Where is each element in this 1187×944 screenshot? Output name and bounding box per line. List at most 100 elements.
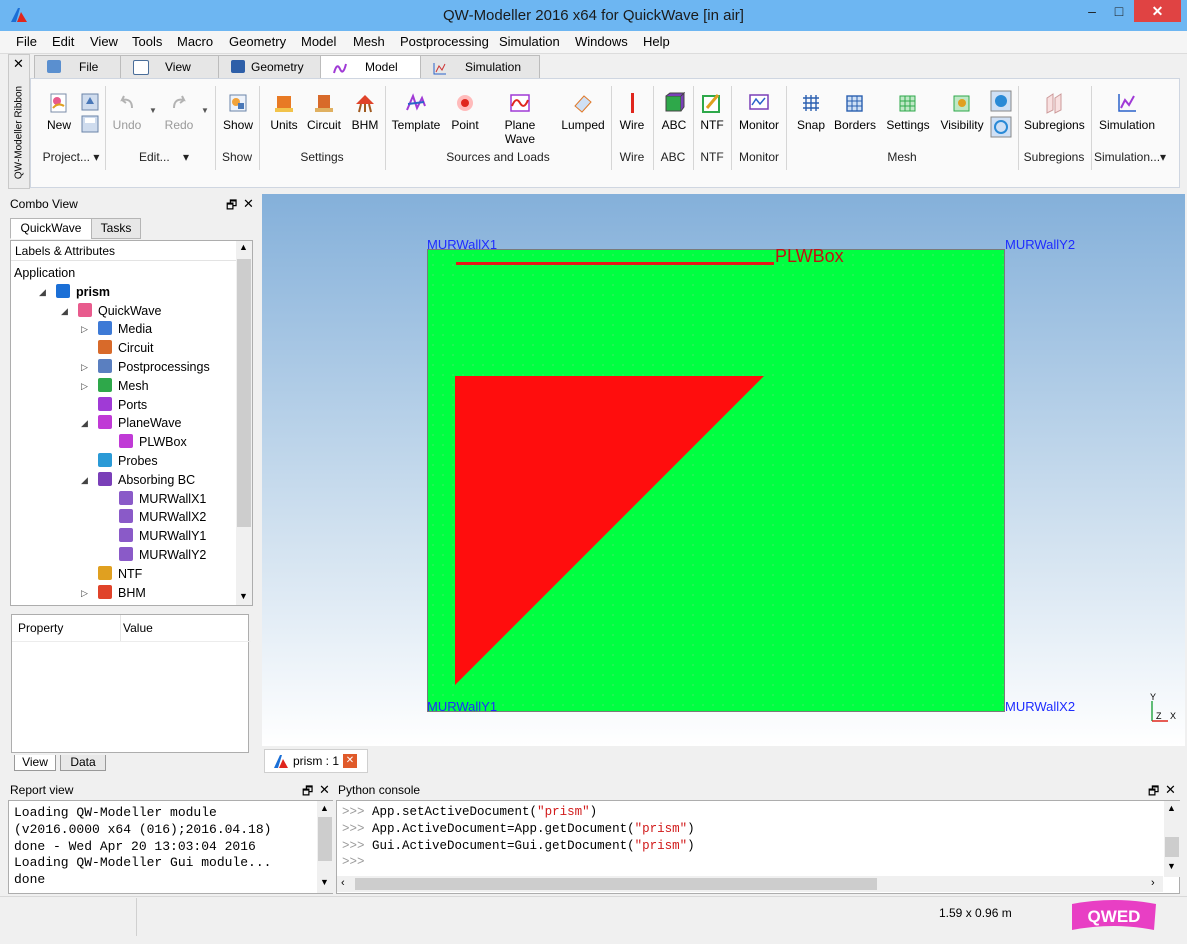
- mesh-view-icon-1[interactable]: [990, 90, 1012, 112]
- collapse-arrow-icon[interactable]: ◢: [81, 471, 88, 489]
- undo-dropdown-icon[interactable]: ▼: [149, 106, 157, 115]
- ntf-button[interactable]: NTF: [698, 92, 726, 132]
- tree-item-murwally1[interactable]: MURWallY1: [119, 527, 206, 545]
- borders-button[interactable]: Borders: [834, 92, 876, 132]
- visibility-button[interactable]: Visibility: [938, 92, 986, 132]
- report-scroll-up-icon[interactable]: ▲: [320, 803, 329, 813]
- tree-item-plwbox[interactable]: PLWBox: [119, 433, 187, 451]
- abc-button[interactable]: ABC: [658, 92, 690, 132]
- console-scroll-up-icon[interactable]: ▲: [1167, 803, 1176, 813]
- report-scrollbar[interactable]: ▲ ▼: [317, 801, 333, 893]
- ribbon-tab-model[interactable]: Model: [320, 55, 422, 79]
- subregions-button[interactable]: Subregions: [1024, 92, 1085, 132]
- report-log[interactable]: Loading QW-Modeller module (v2016.0000 x…: [8, 800, 333, 894]
- tab-quickwave[interactable]: QuickWave: [10, 218, 92, 239]
- ribbon-tab-geometry[interactable]: Geometry: [218, 55, 322, 79]
- collapse-arrow-icon[interactable]: ◢: [81, 414, 88, 432]
- scroll-down-icon[interactable]: ▼: [239, 591, 248, 601]
- tree-item-absorbing-bc[interactable]: ◢ Absorbing BC: [81, 471, 195, 489]
- tree-item-circuit[interactable]: Circuit: [98, 339, 153, 357]
- value-column-header[interactable]: Value: [120, 615, 251, 642]
- bottom-tab-data[interactable]: Data: [60, 755, 106, 771]
- tree-item-mesh[interactable]: ▷ Mesh: [81, 377, 149, 395]
- console-scroll-left-icon[interactable]: ‹: [341, 877, 345, 889]
- menu-view[interactable]: View: [90, 34, 118, 49]
- new-button[interactable]: New: [44, 92, 74, 132]
- ribbon-tab-view[interactable]: View: [120, 55, 220, 79]
- console-hscroll-thumb[interactable]: [355, 878, 877, 890]
- prism-shape[interactable]: [455, 376, 765, 686]
- group-project[interactable]: Project... ▾: [40, 150, 102, 164]
- combo-close-icon[interactable]: ✕: [243, 196, 254, 212]
- document-tab-close-icon[interactable]: ✕: [343, 754, 357, 768]
- menu-geometry[interactable]: Geometry: [229, 34, 286, 49]
- point-button[interactable]: Point: [448, 92, 482, 132]
- menu-simulation[interactable]: Simulation: [499, 34, 560, 49]
- monitor-button[interactable]: Monitor: [737, 92, 781, 132]
- menu-tools[interactable]: Tools: [132, 34, 162, 49]
- tree-item-postprocessings[interactable]: ▷ Postprocessings: [81, 358, 210, 376]
- menu-windows[interactable]: Windows: [575, 34, 628, 49]
- tree-scrollbar[interactable]: ▲ ▼: [236, 241, 252, 605]
- plane-wave-button[interactable]: Plane Wave: [488, 92, 552, 146]
- console-vscrollbar[interactable]: ▲ ▼: [1164, 801, 1180, 877]
- tree-item-media[interactable]: ▷ Media: [81, 320, 152, 338]
- report-scroll-thumb[interactable]: [318, 817, 332, 861]
- menu-model[interactable]: Model: [301, 34, 336, 49]
- expand-arrow-icon[interactable]: ▷: [81, 377, 88, 395]
- tree-item-murwally2[interactable]: MURWallY2: [119, 546, 206, 564]
- console-scroll-thumb[interactable]: [1165, 837, 1179, 857]
- mesh-view-icon-2[interactable]: [990, 116, 1012, 138]
- scroll-up-icon[interactable]: ▲: [239, 242, 248, 252]
- menu-help[interactable]: Help: [643, 34, 670, 49]
- console-hscrollbar[interactable]: ‹ ›: [337, 876, 1163, 892]
- report-scroll-down-icon[interactable]: ▼: [320, 877, 329, 887]
- console-scroll-down-icon[interactable]: ▼: [1167, 861, 1176, 871]
- tree-item-bhm[interactable]: ▷ BHM: [81, 584, 146, 602]
- expand-arrow-icon[interactable]: ▷: [81, 358, 88, 376]
- menu-edit[interactable]: Edit: [52, 34, 74, 49]
- template-button[interactable]: Template: [390, 92, 442, 132]
- minimize-button[interactable]: –: [1078, 0, 1106, 22]
- show-button[interactable]: Show: [220, 92, 256, 132]
- tree-item-murwallx1[interactable]: MURWallX1: [119, 490, 206, 508]
- mesh-settings-button[interactable]: Settings: [886, 92, 930, 132]
- redo-dropdown-icon[interactable]: ▼: [201, 106, 209, 115]
- tree-item-quickwave[interactable]: ◢ QuickWave: [61, 302, 161, 320]
- tree-item-planewave[interactable]: ◢ PlaneWave: [81, 414, 181, 432]
- menu-macro[interactable]: Macro: [177, 34, 213, 49]
- ribbon-tab-file[interactable]: File: [34, 55, 122, 79]
- expand-arrow-icon[interactable]: ▷: [81, 584, 88, 602]
- tree-item-application[interactable]: Application: [14, 264, 75, 282]
- tree-item-ntf[interactable]: NTF: [98, 565, 142, 583]
- tree-item-ports[interactable]: Ports: [98, 396, 147, 414]
- units-button[interactable]: Units: [266, 92, 302, 132]
- tree-item-probes[interactable]: Probes: [98, 452, 158, 470]
- undo-button[interactable]: Undo: [110, 92, 144, 132]
- document-tab-prism[interactable]: prism : 1 ✕: [264, 749, 368, 773]
- report-close-icon[interactable]: ✕: [319, 782, 330, 798]
- snap-button[interactable]: Snap: [794, 92, 828, 132]
- expand-arrow-icon[interactable]: ▷: [81, 320, 88, 338]
- ribbon-tab-simulation[interactable]: Simulation: [420, 55, 540, 79]
- menu-mesh[interactable]: Mesh: [353, 34, 385, 49]
- simulation-button[interactable]: Simulation: [1098, 92, 1156, 132]
- tree-item-murwallx2[interactable]: MURWallX2: [119, 508, 206, 526]
- circuit-button[interactable]: Circuit: [306, 92, 342, 132]
- bhm-button[interactable]: BHM: [348, 92, 382, 132]
- console-close-icon[interactable]: ✕: [1165, 782, 1176, 798]
- bottom-tab-view[interactable]: View: [14, 755, 56, 771]
- collapse-arrow-icon[interactable]: ◢: [39, 283, 46, 301]
- property-column-header[interactable]: Property: [12, 615, 121, 642]
- menu-postprocessing[interactable]: Postprocessing: [400, 34, 489, 49]
- group-edit[interactable]: Edit... ▾: [118, 150, 210, 164]
- close-button[interactable]: ✕: [1134, 0, 1181, 22]
- lumped-button[interactable]: Lumped: [560, 92, 606, 132]
- maximize-button[interactable]: □: [1106, 0, 1132, 22]
- redo-button[interactable]: Redo: [162, 92, 196, 132]
- collapse-arrow-icon[interactable]: ◢: [61, 302, 68, 320]
- console-scroll-right-icon[interactable]: ›: [1151, 877, 1155, 889]
- tab-tasks[interactable]: Tasks: [91, 218, 141, 239]
- tree-scroll-thumb[interactable]: [237, 259, 251, 527]
- float-icon[interactable]: 🗗: [226, 196, 237, 217]
